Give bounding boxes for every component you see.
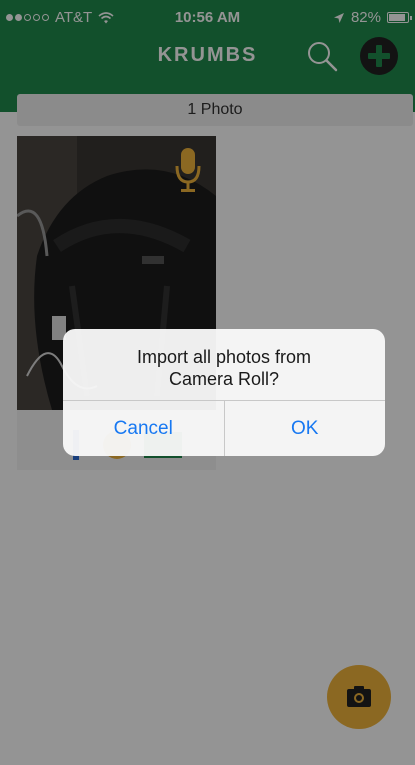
cancel-button[interactable]: Cancel bbox=[63, 401, 224, 456]
import-photos-alert: Import all photos from Camera Roll? Canc… bbox=[63, 329, 385, 456]
alert-button-row: Cancel OK bbox=[63, 400, 385, 456]
ok-button[interactable]: OK bbox=[223, 401, 386, 456]
krumbs-app: AT&T 10:56 AM 82% KRUMBS 1 Photo Import … bbox=[0, 0, 415, 765]
alert-message: Import all photos from Camera Roll? bbox=[136, 347, 312, 389]
